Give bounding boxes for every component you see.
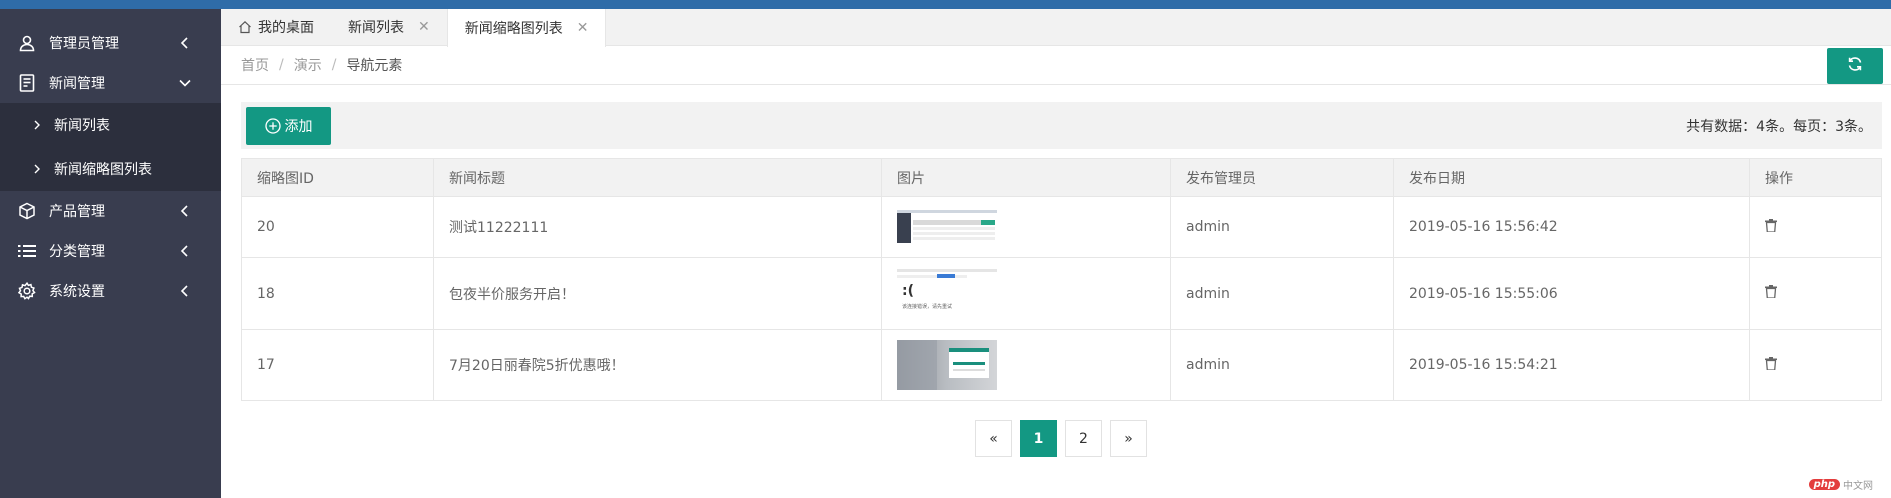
chevron-down-icon (177, 75, 193, 91)
breadcrumb-demo[interactable]: 演示 (294, 55, 322, 75)
refresh-icon (1847, 56, 1863, 76)
cell-title: 测试11222111 (433, 196, 882, 258)
top-bar (0, 0, 1891, 9)
sidebar-subitem-news-list[interactable]: 新闻列表 (0, 103, 221, 147)
chevron-left-icon (177, 243, 193, 259)
list-icon (18, 242, 36, 260)
cell-actions (1749, 196, 1882, 258)
sidebar-item-label: 分类管理 (49, 244, 105, 260)
tab-label: 新闻缩略图列表 (464, 21, 563, 37)
sidebar-item-settings[interactable]: 系统设置 (0, 271, 221, 311)
sidebar-item-label: 新闻管理 (49, 76, 105, 92)
breadcrumb-separator: / (279, 57, 284, 73)
cell-date: 2019-05-16 15:56:42 (1393, 196, 1750, 258)
toolbar: 添加 共有数据：4条。每页：3条。 (241, 102, 1882, 149)
refresh-button[interactable] (1827, 48, 1883, 84)
watermark-logo: php (1808, 479, 1840, 490)
trash-icon[interactable] (1765, 356, 1777, 370)
cell-id: 18 (241, 257, 434, 330)
main-area: 我的桌面 新闻列表 ✕ 新闻缩略图列表 ✕ 首页 / 演示 / 导航元素 添加 … (221, 9, 1891, 498)
breadcrumb-current: 导航元素 (346, 58, 403, 74)
page-button-2[interactable]: 2 (1065, 420, 1102, 457)
cell-admin: admin (1170, 257, 1394, 330)
close-icon[interactable]: ✕ (418, 19, 430, 35)
sidebar: 管理员管理 新闻管理 新闻列表 新闻缩略图列表 产品管理 分类管理 系统设置 (0, 9, 221, 498)
error-text: 该连接错误，请先重试 (902, 303, 953, 310)
tab-news-list[interactable]: 新闻列表 ✕ (331, 9, 447, 45)
cell-admin: admin (1170, 196, 1394, 258)
column-header: 缩略图ID (241, 158, 434, 197)
sidebar-subitem-label: 新闻缩略图列表 (54, 162, 152, 178)
tab-bar: 我的桌面 新闻列表 ✕ 新闻缩略图列表 ✕ (221, 9, 1891, 47)
chevron-left-icon (177, 283, 193, 299)
breadcrumb: 首页 / 演示 / 导航元素 (221, 46, 1891, 85)
trash-icon[interactable] (1765, 218, 1777, 232)
cell-id: 17 (241, 329, 434, 401)
user-icon (18, 34, 36, 52)
cell-title: 7月20日丽春院5折优惠哦！ (433, 329, 882, 401)
gear-icon (18, 282, 36, 300)
tab-news-thumb-list[interactable]: 新闻缩略图列表 ✕ (446, 9, 607, 47)
chevron-right-icon (32, 164, 42, 174)
sidebar-item-categories[interactable]: 分类管理 (0, 231, 221, 271)
watermark-text: 中文网 (1843, 481, 1873, 492)
tab-desktop[interactable]: 我的桌面 (221, 9, 331, 45)
add-button[interactable]: 添加 (246, 106, 331, 145)
record-count: 共有数据：4条。每页：3条。 (1686, 118, 1872, 135)
add-button-label: 添加 (284, 118, 313, 135)
sidebar-item-label: 系统设置 (49, 284, 105, 300)
column-header: 发布管理员 (1170, 158, 1394, 197)
column-header: 新闻标题 (433, 158, 882, 197)
cell-title: 包夜半价服务开启！ (433, 257, 882, 330)
table-row: 17 7月20日丽春院5折优惠哦！ admin 2019-05-16 15:54… (241, 329, 1882, 401)
breadcrumb-home[interactable]: 首页 (241, 55, 269, 75)
next-page-button[interactable]: » (1110, 420, 1147, 457)
news-thumbnail (897, 340, 997, 390)
trash-icon[interactable] (1765, 285, 1777, 298)
news-thumbnail (897, 207, 997, 247)
cell-image: :( 该连接错误，请先重试 (881, 257, 1171, 330)
chevron-left-icon (177, 35, 193, 51)
cell-actions (1749, 329, 1882, 401)
cell-actions (1749, 257, 1882, 330)
sidebar-subitem-news-thumb-list[interactable]: 新闻缩略图列表 (0, 147, 221, 191)
cube-icon (18, 202, 36, 220)
site-watermark: php 中文网 (1808, 477, 1873, 492)
sidebar-item-news[interactable]: 新闻管理 (0, 63, 221, 103)
document-icon (18, 74, 36, 92)
sidebar-item-admin[interactable]: 管理员管理 (0, 23, 221, 63)
cell-admin: admin (1170, 329, 1394, 401)
cell-id: 20 (241, 196, 434, 258)
sidebar-item-label: 产品管理 (49, 204, 105, 220)
cell-image (881, 329, 1171, 401)
home-icon (238, 20, 252, 34)
column-header: 发布日期 (1393, 158, 1750, 197)
news-thumb-table: 缩略图ID 新闻标题 图片 发布管理员 发布日期 操作 20 测试1122211… (241, 158, 1882, 401)
table-header-row: 缩略图ID 新闻标题 图片 发布管理员 发布日期 操作 (241, 158, 1882, 197)
chevron-left-icon (177, 203, 193, 219)
tab-label: 新闻列表 (348, 20, 404, 36)
tab-label: 我的桌面 (258, 20, 314, 36)
chevron-right-icon (32, 120, 42, 130)
pagination: « 1 2 » (241, 420, 1882, 457)
news-thumbnail: :( 该连接错误，请先重试 (897, 265, 997, 322)
close-icon[interactable]: ✕ (577, 20, 589, 36)
cell-image (881, 196, 1171, 258)
error-face: :( (902, 282, 914, 299)
column-header: 操作 (1749, 158, 1882, 197)
table-row: 18 包夜半价服务开启！ :( 该连接错误，请先重试 admin 2019-05… (241, 257, 1882, 330)
sidebar-item-label: 管理员管理 (49, 36, 119, 52)
prev-page-button[interactable]: « (975, 420, 1012, 457)
cell-date: 2019-05-16 15:55:06 (1393, 257, 1750, 330)
cell-date: 2019-05-16 15:54:21 (1393, 329, 1750, 401)
sidebar-item-products[interactable]: 产品管理 (0, 191, 221, 231)
page-button-1[interactable]: 1 (1020, 420, 1057, 457)
sidebar-subitem-label: 新闻列表 (54, 118, 110, 134)
table-row: 20 测试11222111 admin 2019-05-16 15:56:42 (241, 196, 1882, 258)
column-header: 图片 (881, 158, 1171, 197)
content: 添加 共有数据：4条。每页：3条。 缩略图ID 新闻标题 图片 发布管理员 发布… (221, 85, 1891, 457)
breadcrumb-separator: / (331, 57, 337, 73)
add-circle-icon (264, 117, 281, 134)
news-submenu: 新闻列表 新闻缩略图列表 (0, 103, 221, 191)
